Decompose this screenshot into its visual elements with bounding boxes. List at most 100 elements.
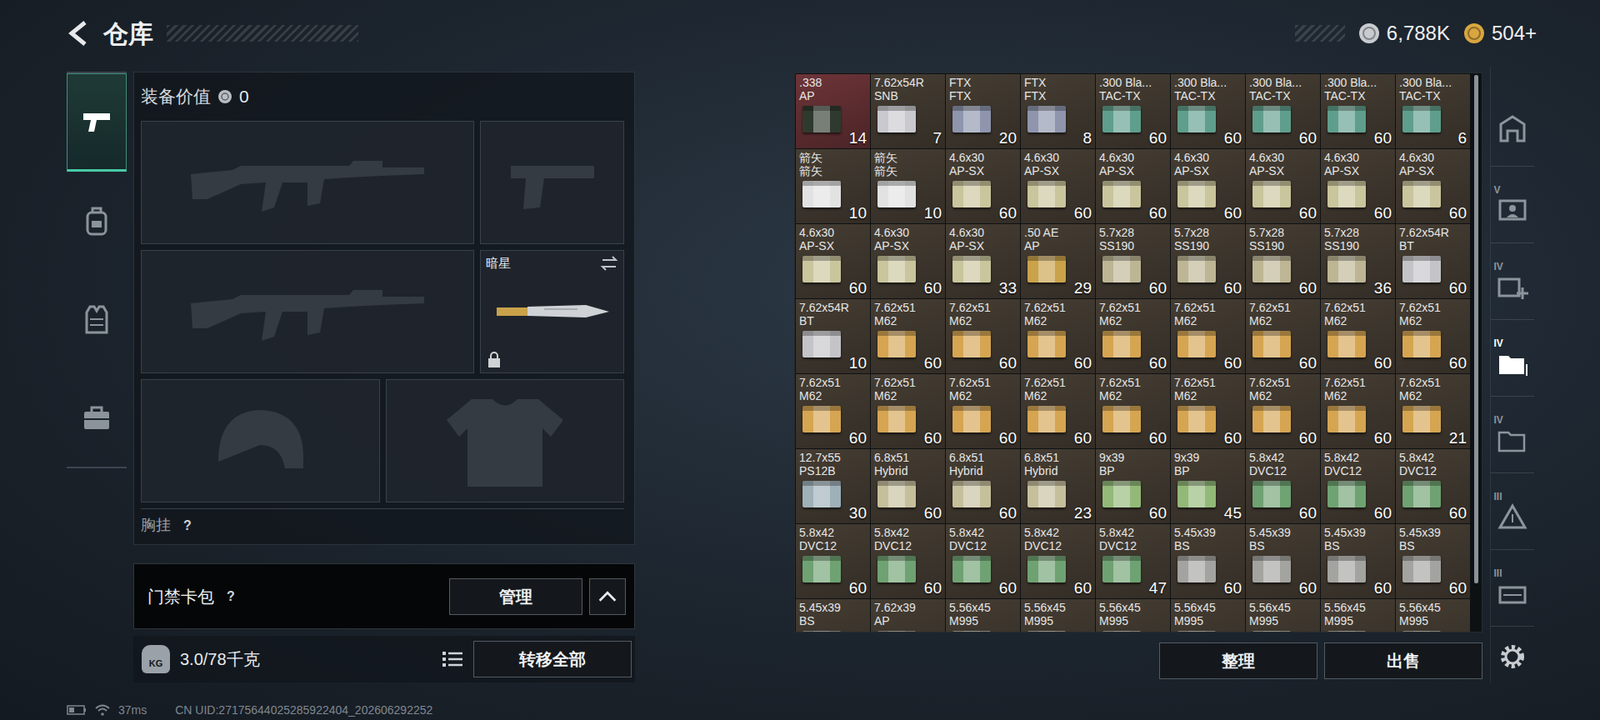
stash-item[interactable]: 5.56x45M995 — [1320, 599, 1395, 633]
stash-item[interactable]: 9x39BP45 — [1170, 449, 1245, 524]
stash-item[interactable]: 7.62x54RSNB7 — [870, 74, 945, 149]
stash-item[interactable]: 5.45x39BS60 — [1245, 524, 1320, 599]
scrollbar[interactable] — [1470, 73, 1482, 632]
stash-item[interactable]: .300 Bla...TAC-TX6 — [1395, 74, 1470, 149]
stash-item[interactable]: 7.62x51M6260 — [870, 374, 945, 449]
stash-item[interactable]: 7.62x54RBT10 — [795, 299, 870, 374]
tool-tab[interactable]: IV — [1490, 243, 1535, 320]
stash-item[interactable]: 5.7x28SS19060 — [1095, 224, 1170, 299]
help-button[interactable]: ? — [177, 515, 198, 536]
expand-button[interactable] — [589, 578, 626, 615]
stash-item[interactable]: 7.62x51M6221 — [1395, 374, 1470, 449]
stash-item[interactable]: 5.45x39BS — [795, 599, 870, 633]
side-tab[interactable] — [66, 270, 127, 369]
stash-item[interactable]: 6.8x51Hybrid60 — [870, 449, 945, 524]
stash-item[interactable]: FTXFTX8 — [1020, 74, 1095, 149]
stash-item[interactable]: 5.45x39BS60 — [1395, 524, 1470, 599]
equipment-slot[interactable] — [140, 120, 475, 245]
stash-item[interactable]: 7.62x51M6260 — [1170, 374, 1245, 449]
stash-item[interactable]: 5.8x42DVC1260 — [795, 524, 870, 599]
side-tab[interactable] — [66, 73, 127, 172]
stash-item[interactable]: 6.8x51Hybrid23 — [1020, 449, 1095, 524]
stash-item[interactable]: 4.6x30AP-SX60 — [1395, 149, 1470, 224]
side-tab[interactable] — [66, 171, 127, 270]
tool-tab[interactable]: IV — [1490, 396, 1535, 474]
stash-item[interactable]: 5.7x28SS19060 — [1245, 224, 1320, 299]
stash-item[interactable]: .300 Bla...TAC-TX60 — [1245, 74, 1320, 149]
stash-item[interactable]: 7.62x51M6260 — [1320, 299, 1395, 374]
equipment-slot[interactable] — [480, 120, 625, 245]
stash-item[interactable]: 4.6x30AP-SX60 — [1245, 149, 1320, 224]
stash-item[interactable]: 5.7x28SS19036 — [1320, 224, 1395, 299]
tool-tab[interactable]: III — [1490, 550, 1535, 627]
stash-item[interactable]: 7.62x54RBT60 — [1395, 224, 1470, 299]
stash-item[interactable]: 7.62x51M6260 — [795, 374, 870, 449]
stash-item[interactable]: 5.8x42DVC1247 — [1095, 524, 1170, 599]
stash-item[interactable]: 5.8x42DVC1260 — [1020, 524, 1095, 599]
stash-item[interactable]: 7.62x51M6260 — [1395, 299, 1470, 374]
tool-tab[interactable] — [1490, 90, 1535, 167]
stash-item[interactable]: 7.62x51M6260 — [1245, 299, 1320, 374]
stash-item[interactable]: 4.6x30AP-SX60 — [1170, 149, 1245, 224]
stash-item[interactable]: 5.8x42DVC1260 — [870, 524, 945, 599]
stash-item[interactable]: 7.62x51M6260 — [1170, 299, 1245, 374]
stash-action-button[interactable]: 整理 — [1159, 642, 1318, 680]
stash-item[interactable]: 4.6x30AP-SX60 — [1020, 149, 1095, 224]
stash-item[interactable]: 4.6x30AP-SX33 — [945, 224, 1020, 299]
stash-item[interactable]: 5.45x39BS60 — [1320, 524, 1395, 599]
stash-item[interactable]: 7.62x51M6260 — [1020, 299, 1095, 374]
stash-item[interactable]: 5.56x45M995 — [1170, 599, 1245, 633]
stash-item[interactable]: .338AP14 — [795, 74, 870, 149]
swap-icon[interactable] — [600, 254, 619, 273]
stash-item[interactable]: .50 AEAP29 — [1020, 224, 1095, 299]
stash-item[interactable]: 4.6x30AP-SX60 — [1095, 149, 1170, 224]
stash-item[interactable]: 4.6x30AP-SX60 — [945, 149, 1020, 224]
stash-item[interactable]: 5.56x45M995 — [1395, 599, 1470, 633]
stash-item[interactable]: 7.62x51M6260 — [870, 299, 945, 374]
stash-item[interactable]: 5.8x42DVC1260 — [1320, 449, 1395, 524]
manage-button[interactable]: 管理 — [449, 578, 583, 615]
stash-item[interactable]: 4.6x30AP-SX60 — [795, 224, 870, 299]
stash-item[interactable]: 7.62x51M6260 — [945, 299, 1020, 374]
help-button[interactable]: ? — [220, 586, 241, 607]
stash-item[interactable]: 7.62x51M6260 — [1095, 374, 1170, 449]
equipment-slot[interactable] — [140, 379, 380, 503]
stash-item[interactable]: 5.56x45M995 — [945, 599, 1020, 633]
stash-item[interactable]: 箭矢箭矢10 — [795, 149, 870, 224]
stash-item[interactable]: .300 Bla...TAC-TX60 — [1320, 74, 1395, 149]
tool-tab[interactable]: III — [1490, 473, 1535, 550]
stash-item[interactable]: 5.8x42DVC1260 — [945, 524, 1020, 599]
stash-item[interactable]: 4.6x30AP-SX60 — [1320, 149, 1395, 224]
side-tab[interactable] — [66, 368, 127, 467]
stash-item[interactable]: 4.6x30AP-SX60 — [870, 224, 945, 299]
equipment-slot[interactable] — [140, 250, 475, 374]
stash-item[interactable]: 5.56x45M995 — [1095, 599, 1170, 633]
stash-action-button[interactable]: 出售 — [1324, 642, 1483, 680]
stash-item[interactable]: .300 Bla...TAC-TX60 — [1095, 74, 1170, 149]
stash-item[interactable]: 5.45x39BS60 — [1170, 524, 1245, 599]
scrollbar-thumb[interactable] — [1474, 75, 1479, 584]
stash-item[interactable]: 7.62x51M6260 — [1020, 374, 1095, 449]
stash-item[interactable]: 5.8x42DVC1260 — [1245, 449, 1320, 524]
stash-item[interactable]: 5.7x28SS19060 — [1170, 224, 1245, 299]
stash-item[interactable]: 箭矢箭矢10 — [870, 149, 945, 224]
equipment-slot[interactable] — [385, 379, 625, 503]
equipment-slot[interactable]: 暗星 — [480, 250, 625, 374]
tool-tab[interactable]: IV — [1490, 320, 1535, 397]
stash-item[interactable]: 6.8x51Hybrid60 — [945, 449, 1020, 524]
list-icon[interactable] — [441, 650, 464, 669]
stash-item[interactable]: 7.62x51M6260 — [945, 374, 1020, 449]
tool-tab[interactable]: V — [1490, 166, 1535, 244]
gear-icon[interactable] — [1499, 643, 1526, 670]
stash-item[interactable]: 7.62x51M6260 — [1320, 374, 1395, 449]
stash-item[interactable]: 9x39BP60 — [1095, 449, 1170, 524]
transfer-all-button[interactable]: 转移全部 — [473, 640, 632, 678]
stash-item[interactable]: 12.7x55PS12B30 — [795, 449, 870, 524]
stash-item[interactable]: 5.8x42DVC1260 — [1395, 449, 1470, 524]
stash-item[interactable]: 7.62x51M6260 — [1095, 299, 1170, 374]
back-arrow-icon[interactable] — [66, 20, 90, 47]
stash-item[interactable]: 7.62x39AP — [870, 599, 945, 633]
stash-item[interactable]: 7.62x51M6260 — [1245, 374, 1320, 449]
stash-item[interactable]: .300 Bla...TAC-TX60 — [1170, 74, 1245, 149]
stash-item[interactable]: FTXFTX20 — [945, 74, 1020, 149]
